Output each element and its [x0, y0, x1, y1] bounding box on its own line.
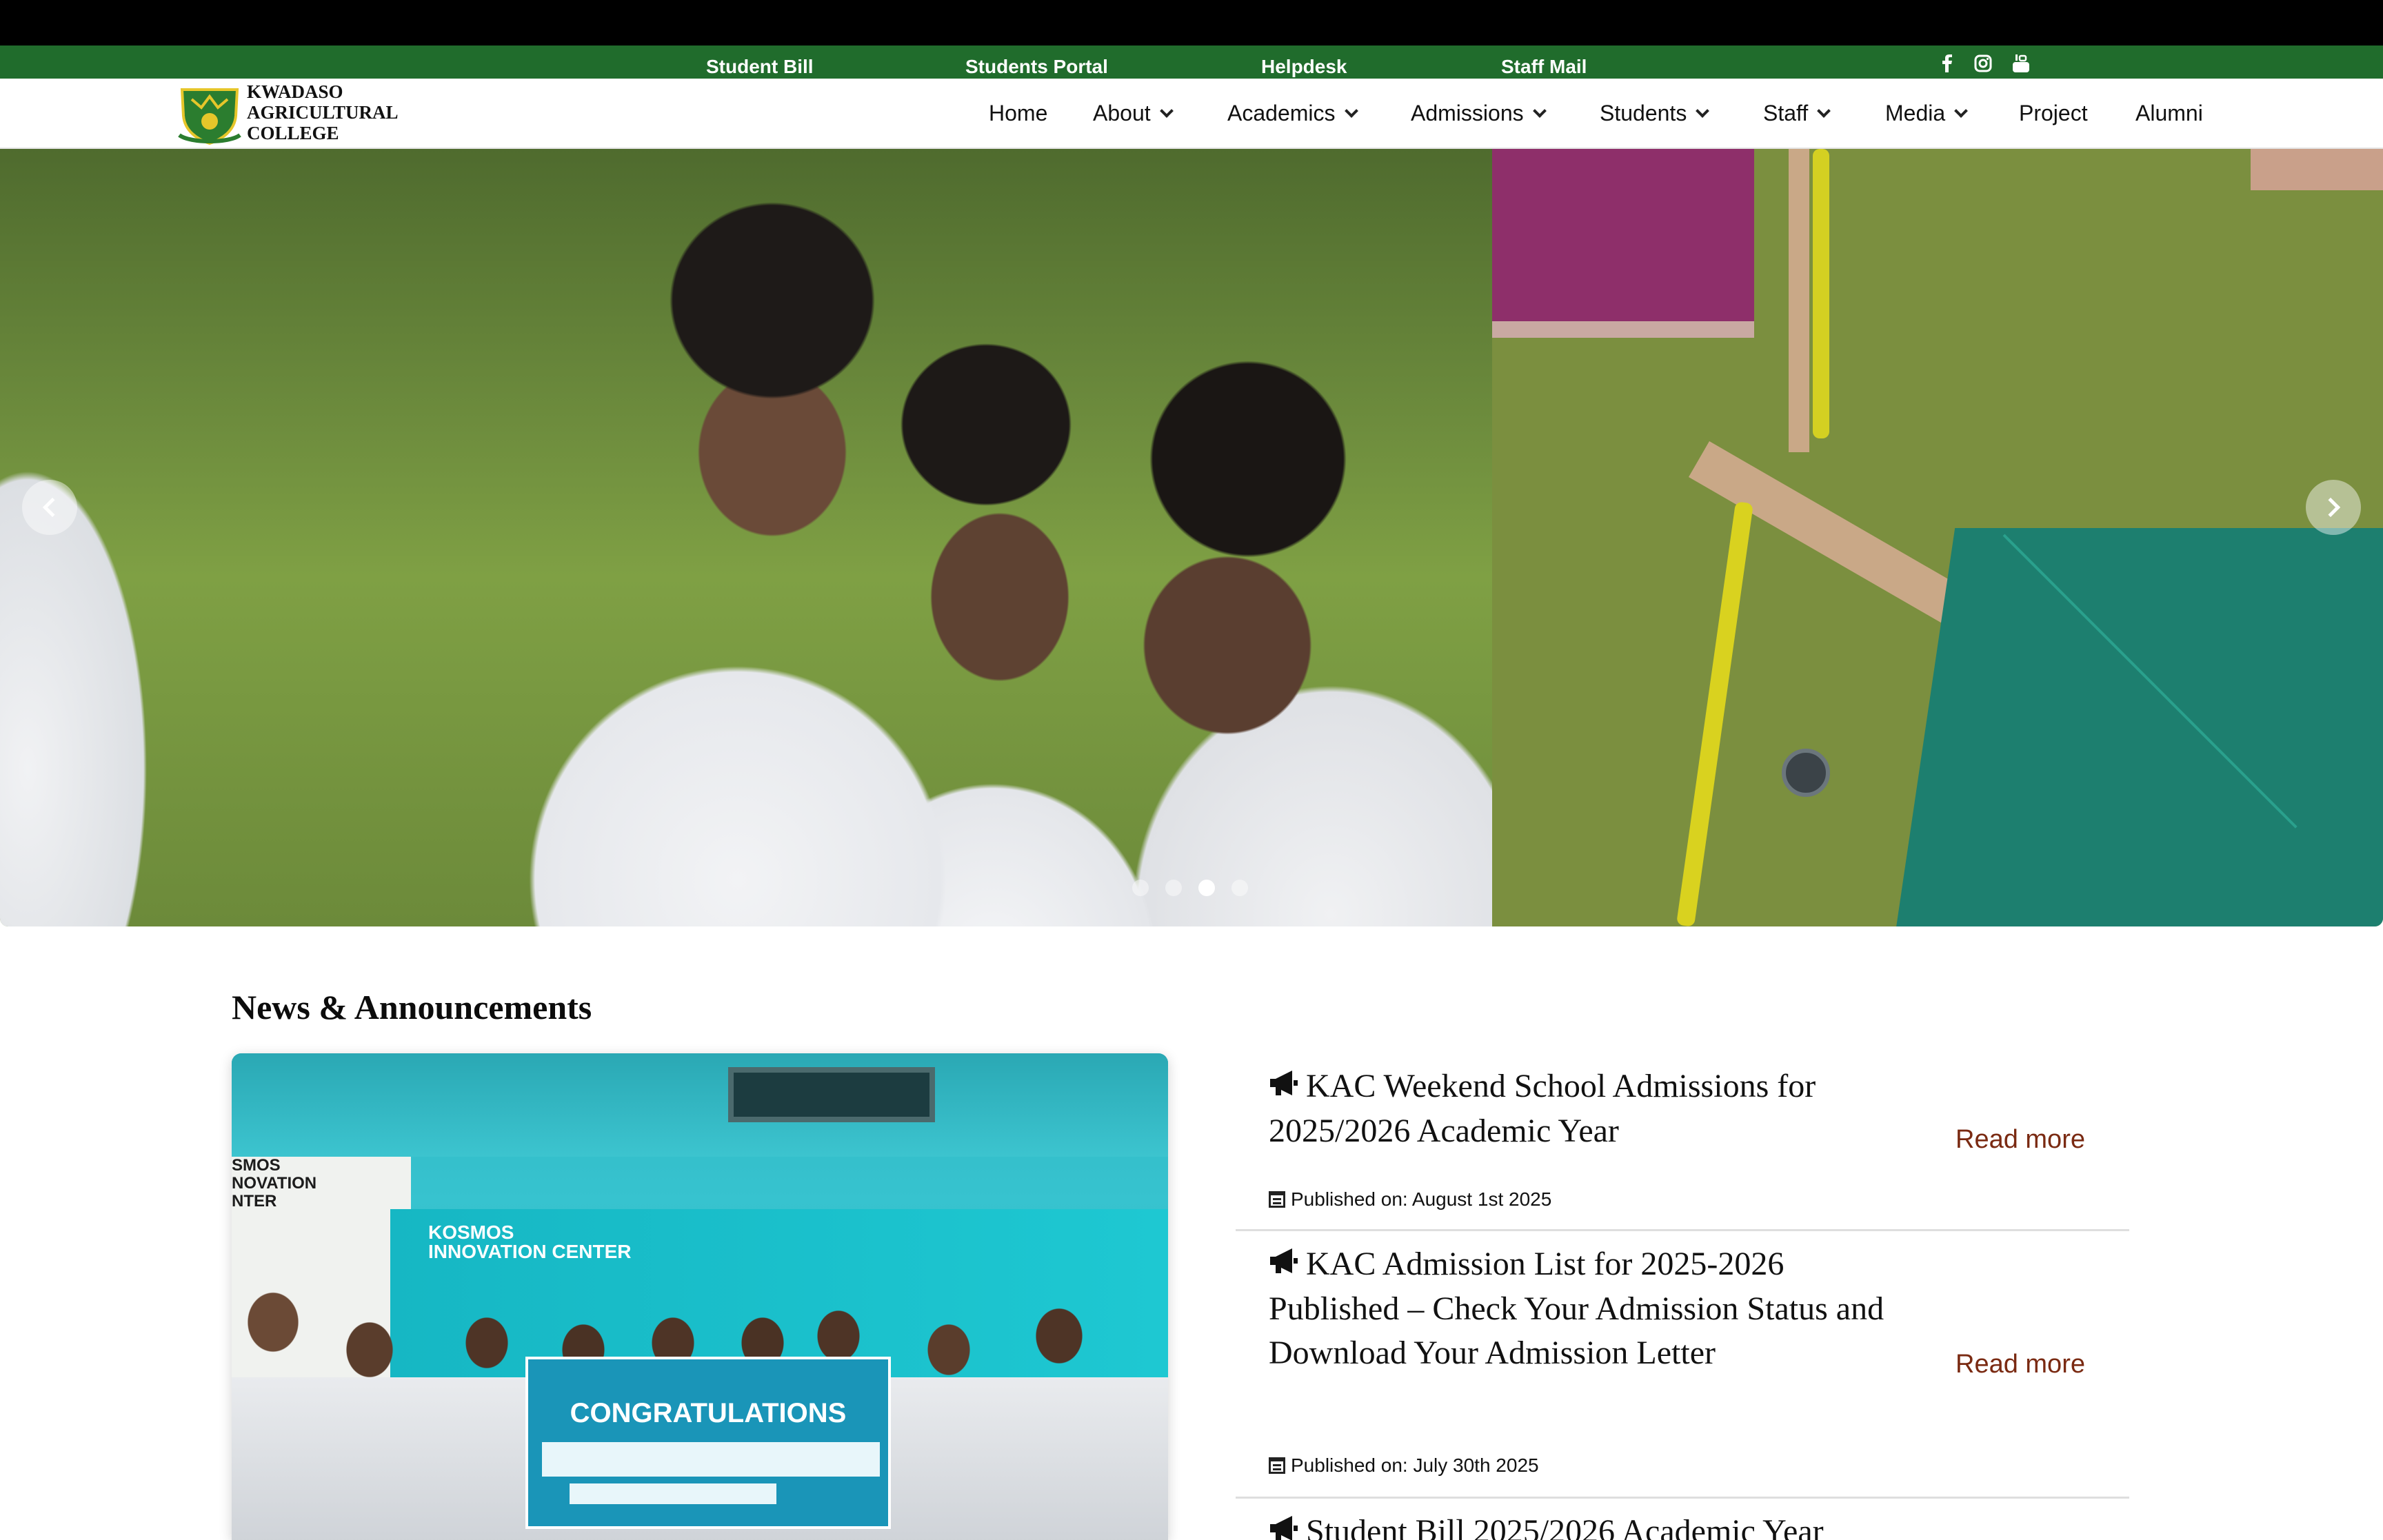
published-date: Published on: July 30th 2025	[1269, 1455, 1539, 1477]
water-tank	[1782, 749, 1830, 797]
ceiling	[232, 1053, 1168, 1157]
nav-students[interactable]: Students	[1600, 101, 1710, 126]
utility-bar: Student Bill Students Portal Helpdesk St…	[0, 45, 2383, 79]
nav-staff-label: Staff	[1763, 101, 1809, 125]
nav-staff[interactable]: Staff	[1763, 101, 1831, 126]
carousel-dot[interactable]	[1165, 880, 1182, 896]
instagram-icon[interactable]	[1974, 54, 1992, 72]
nav-project[interactable]: Project	[2019, 101, 2088, 126]
news-item-title[interactable]: KAC Admission List for 2025-2026 Publish…	[1269, 1242, 1917, 1375]
published-date: Published on: August 1st 2025	[1269, 1188, 1551, 1210]
carousel-indicators	[1132, 880, 1248, 896]
megaphone-icon	[1269, 1510, 1300, 1540]
purple-roof	[1492, 149, 1754, 321]
calendar-icon	[1269, 1191, 1285, 1208]
chevron-right-icon	[2320, 497, 2341, 518]
check-amount-line	[570, 1483, 776, 1504]
helpdesk-link[interactable]: Helpdesk	[1261, 56, 1347, 78]
nav-home[interactable]: Home	[989, 101, 1047, 126]
nav-alumni[interactable]: Alumni	[2135, 101, 2203, 126]
students-portal-link[interactable]: Students Portal	[965, 56, 1108, 78]
hero-photo-campus-aerial	[1492, 149, 2383, 926]
megaphone-icon	[1269, 1243, 1300, 1287]
award-check: CONGRATULATIONS	[525, 1357, 891, 1529]
check-title: CONGRATULATIONS	[570, 1398, 847, 1428]
nav-academics[interactable]: Academics	[1227, 101, 1358, 126]
nav-academics-label: Academics	[1227, 101, 1336, 125]
college-crest-icon	[178, 88, 241, 145]
nav-media-label: Media	[1885, 101, 1946, 125]
featured-news-image[interactable]: SMOS NOVATION NTER KOSMOS INNOVATION CEN…	[232, 1053, 1168, 1540]
nav-media[interactable]: Media	[1885, 101, 1969, 126]
carousel-dot[interactable]	[1231, 880, 1248, 896]
nav-students-label: Students	[1600, 101, 1687, 125]
megaphone-icon	[1269, 1065, 1300, 1109]
hedge	[1813, 149, 1829, 438]
chevron-down-icon	[1532, 103, 1547, 118]
teal-roof	[1892, 528, 2383, 926]
ceiling-vent	[728, 1067, 935, 1122]
check-payee-line	[542, 1442, 880, 1477]
nav-about-label: About	[1093, 101, 1151, 125]
calendar-icon	[1269, 1457, 1285, 1474]
chevron-down-icon	[1344, 103, 1358, 118]
read-more-link[interactable]: Read more	[1955, 1125, 2085, 1155]
carousel-dot-active[interactable]	[1198, 880, 1215, 896]
college-logo[interactable]: KWADASO AGRICULTURAL COLLEGE	[177, 80, 399, 146]
facebook-icon[interactable]	[1938, 54, 1956, 72]
news-item-title[interactable]: Student Bill 2025/2026 Academic Year	[1269, 1510, 1917, 1540]
carousel-prev-button[interactable]	[22, 480, 77, 535]
college-name-line1: KWADASO	[247, 81, 343, 102]
published-date-text: Published on: August 1st 2025	[1291, 1188, 1552, 1210]
nav-admissions-label: Admissions	[1411, 101, 1524, 125]
hero-photo-students	[0, 149, 1492, 926]
news-item-title-text: KAC Admission List for 2025-2026 Publish…	[1269, 1246, 1884, 1371]
staff-mail-link[interactable]: Staff Mail	[1501, 56, 1587, 78]
news-item-title-text: KAC Weekend School Admissions for 2025/2…	[1269, 1068, 1816, 1149]
nav-about[interactable]: About	[1093, 101, 1174, 126]
nav-alumni-label: Alumni	[2135, 101, 2203, 125]
tan-roof	[2251, 149, 2383, 190]
news-item: Student Bill 2025/2026 Academic Year	[1236, 1499, 2129, 1540]
chevron-down-icon	[1159, 103, 1174, 118]
nav-project-label: Project	[2019, 101, 2088, 125]
college-name-line2: AGRICULTURAL	[247, 102, 399, 123]
news-item: KAC Weekend School Admissions for 2025/2…	[1236, 1053, 2129, 1231]
news-section-title: News & Announcements	[232, 988, 592, 1026]
news-item-title-text: Student Bill 2025/2026 Academic Year	[1306, 1513, 1824, 1540]
carousel-dot[interactable]	[1132, 880, 1149, 896]
news-item: KAC Admission List for 2025-2026 Publish…	[1236, 1231, 2129, 1499]
read-more-link[interactable]: Read more	[1955, 1350, 2085, 1379]
browser-top-strip	[0, 0, 2383, 45]
chevron-down-icon	[1954, 103, 1969, 118]
side-banner-text: SMOS NOVATION NTER	[232, 1156, 317, 1210]
chevron-down-icon	[1817, 103, 1831, 118]
carousel-next-button[interactable]	[2306, 480, 2361, 535]
news-item-title[interactable]: KAC Weekend School Admissions for 2025/2…	[1269, 1064, 1917, 1153]
hedge	[1676, 501, 1754, 926]
college-name-line3: COLLEGE	[247, 123, 339, 143]
college-name: KWADASO AGRICULTURAL COLLEGE	[247, 81, 399, 143]
youtube-icon[interactable]	[2012, 54, 2030, 72]
hero-carousel	[0, 149, 2383, 926]
roof-edge	[1492, 321, 1754, 338]
main-navbar: KWADASO AGRICULTURAL COLLEGE Home About …	[0, 79, 2383, 149]
nav-home-label: Home	[989, 101, 1048, 125]
nav-admissions[interactable]: Admissions	[1411, 101, 1547, 126]
published-date-text: Published on: July 30th 2025	[1291, 1455, 1539, 1476]
chevron-down-icon	[1696, 103, 1710, 118]
walkway	[1789, 149, 1809, 452]
student-bill-link[interactable]: Student Bill	[706, 56, 814, 78]
chevron-left-icon	[42, 497, 63, 518]
